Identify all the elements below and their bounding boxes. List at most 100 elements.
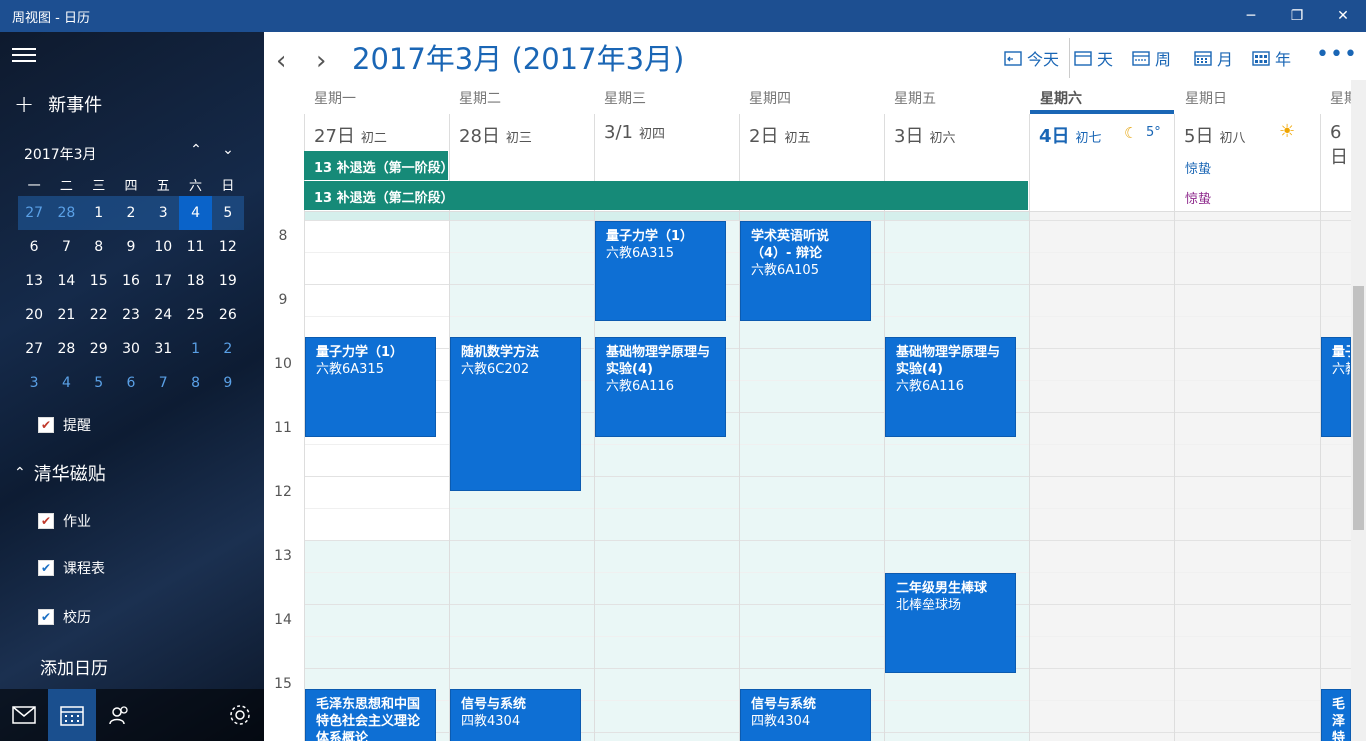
new-event-button[interactable]: + 新事件 [14,90,102,118]
add-calendar-link[interactable]: 添加日历 [40,654,108,679]
mini-month-day[interactable]: 7 [50,230,82,264]
mini-month-day[interactable]: 31 [147,332,179,366]
mini-month-day[interactable]: 1 [82,196,115,230]
mini-month-day[interactable]: 29 [83,332,115,366]
mini-month-day[interactable]: 28 [50,332,82,366]
mini-month-day[interactable]: 28 [50,196,83,230]
mini-month-day[interactable]: 13 [18,264,50,298]
day-header[interactable]: 6日 [1320,114,1351,212]
calendar-event[interactable]: 量子 六教 [1321,337,1351,437]
weekday-label: 二 [59,178,73,194]
calendar-group-header[interactable]: ⌃ 清华磁贴 [14,460,106,486]
restore-button[interactable]: ❐ [1274,0,1320,32]
previous-week-icon[interactable]: ‹ [276,46,286,76]
mini-month-day[interactable]: 20 [18,298,50,332]
year-view-button[interactable]: 年 [1252,46,1291,70]
event-title: 量子 [1332,345,1350,360]
mini-month-day[interactable]: 4 [50,366,82,400]
calendar-event[interactable]: 信号与系统 四教4304 [740,689,871,741]
mini-month-day[interactable]: 30 [115,332,147,366]
calendar-event[interactable]: 信号与系统 四教4304 [450,689,581,741]
vertical-scrollbar[interactable] [1351,80,1366,741]
mini-month-day[interactable]: 11 [179,230,211,264]
mini-month-day[interactable]: 9 [115,230,147,264]
close-button[interactable]: ✕ [1320,0,1366,32]
calendar-item-homework[interactable]: ✔ 作业 [38,511,91,531]
calendar-item-school[interactable]: ✔ 校历 [38,607,91,627]
hamburger-menu-icon[interactable] [12,44,36,68]
calendar-event[interactable]: 基础物理学原理与实验(4) 六教6A116 [885,337,1016,437]
holiday-label[interactable]: 惊蛰 [1185,158,1211,177]
settings-icon[interactable] [216,689,264,741]
mini-month-day[interactable]: 19 [212,264,244,298]
checkbox-icon[interactable]: ✔ [38,417,54,433]
mini-month-day[interactable]: 21 [50,298,82,332]
next-week-icon[interactable]: › [316,46,326,76]
mini-month-day[interactable]: 12 [212,230,244,264]
mini-month-day[interactable]: 3 [18,366,50,400]
mini-month-day[interactable]: 3 [147,196,180,230]
mini-month-day[interactable]: 26 [212,298,244,332]
mini-month-day[interactable]: 27 [18,196,51,230]
month-view-button[interactable]: 月 [1194,46,1233,70]
calendar-event[interactable]: 毛泽特色 [1321,689,1351,741]
hour-label: 9 [278,292,288,308]
checkbox-icon[interactable]: ✔ [38,560,54,576]
calendar-event[interactable]: 学术英语听说（4）- 辩论 六教6A105 [740,221,871,321]
calendar-event[interactable]: 量子力学（1） 六教6A315 [305,337,436,437]
calendar-event[interactable]: 基础物理学原理与实验(4) 六教6A116 [595,337,726,437]
event-location: 四教4304 [751,714,811,729]
allday-event[interactable]: 13 补退选（第一阶段） [304,151,448,180]
mini-month-day[interactable]: 9 [212,366,244,400]
reminder-calendar-item[interactable]: ✔ 提醒 [38,415,91,435]
calendar-event[interactable]: 量子力学（1） 六教6A315 [595,221,726,321]
calendar-event[interactable]: 随机数学方法 六教6C202 [450,337,581,491]
mini-month-day[interactable]: 24 [147,298,179,332]
checkbox-icon[interactable]: ✔ [38,513,54,529]
mini-month-day[interactable]: 10 [147,230,179,264]
mini-month-day[interactable]: 1 [179,332,211,366]
minimize-button[interactable]: ─ [1228,0,1274,32]
calendar-event[interactable]: 二年级男生棒球 北棒垒球场 [885,573,1016,673]
mini-month-today[interactable]: 4 [179,196,212,230]
mini-month-day[interactable]: 2 [212,332,244,366]
mini-month-day[interactable]: 5 [211,196,244,230]
mini-month-day[interactable]: 14 [50,264,82,298]
day-column[interactable] [1029,212,1030,741]
calendar-icon[interactable] [48,689,96,741]
mini-month-day[interactable]: 6 [115,366,147,400]
day-number: 3/1 初四 [604,122,665,143]
scrollbar-thumb[interactable] [1353,286,1364,530]
mini-month-day[interactable]: 16 [115,264,147,298]
mini-month-next-icon[interactable]: ⌄ [218,142,238,158]
mini-month-day[interactable]: 6 [18,230,50,264]
mini-month-day[interactable]: 7 [147,366,179,400]
mini-month-day[interactable]: 23 [115,298,147,332]
day-view-button[interactable]: 天 [1074,46,1113,70]
week-view-button[interactable]: 周 [1132,46,1171,70]
people-icon[interactable] [96,689,144,741]
today-button[interactable]: 今天 [1004,46,1059,70]
mini-month-day[interactable]: 15 [83,264,115,298]
mini-month-day[interactable]: 25 [179,298,211,332]
mail-icon[interactable] [0,689,48,741]
calendar-item-schedule[interactable]: ✔ 课程表 [38,558,105,578]
mini-month-day[interactable]: 5 [83,366,115,400]
holiday-label[interactable]: 惊蛰 [1185,188,1211,207]
day-column[interactable] [1174,212,1175,741]
mini-month-day[interactable]: 8 [83,230,115,264]
mini-month-day[interactable]: 18 [179,264,211,298]
mini-month-day[interactable]: 8 [179,366,211,400]
day-column[interactable] [304,212,305,741]
allday-event[interactable]: 13 补退选（第二阶段） [304,181,1028,210]
mini-month-day[interactable]: 27 [18,332,50,366]
mini-month-day[interactable]: 22 [83,298,115,332]
calendar-event[interactable]: 毛泽东思想和中国特色社会主义理论体系概论 [305,689,436,741]
day-header-today[interactable]: 4日 初七 ☾ 5° [1029,114,1174,212]
checkbox-icon[interactable]: ✔ [38,609,54,625]
more-options-icon[interactable]: ••• [1316,42,1358,67]
mini-month-day[interactable]: 17 [147,264,179,298]
mini-month-day[interactable]: 2 [114,196,148,230]
day-column[interactable] [1320,212,1321,741]
mini-month-prev-icon[interactable]: ⌃ [186,142,206,158]
